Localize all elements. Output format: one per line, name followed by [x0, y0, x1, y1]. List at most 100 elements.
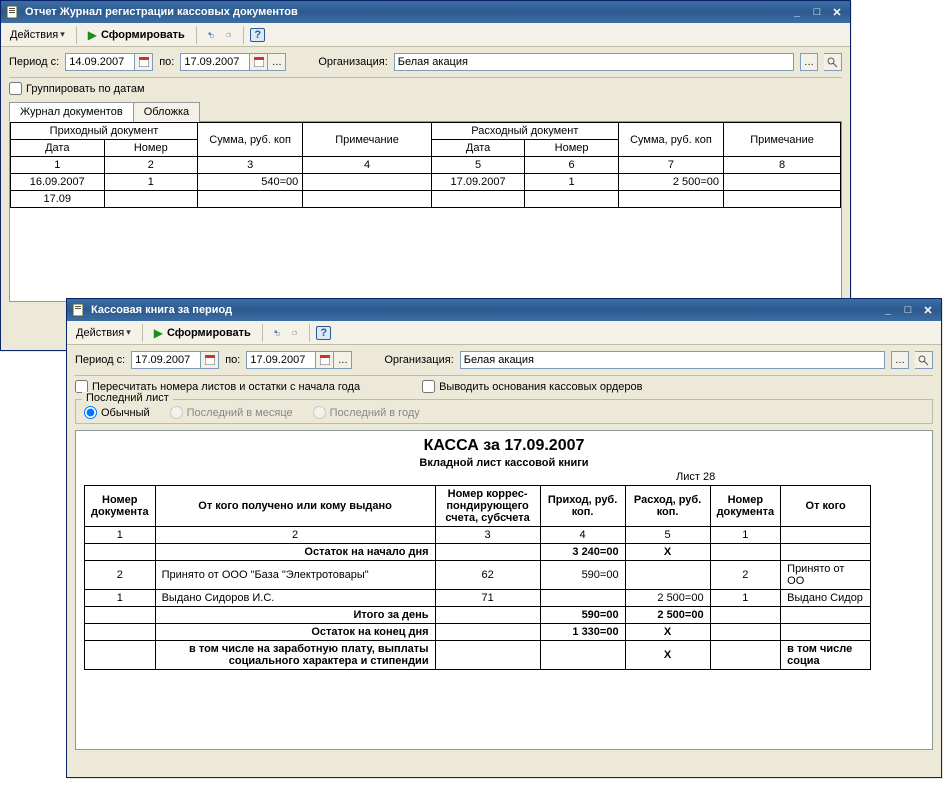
- titlebar-2[interactable]: Кассовая книга за период _ □ ✕: [67, 299, 941, 321]
- journal-table: Приходный документ Сумма, руб. коп Приме…: [10, 122, 841, 208]
- close-button-2[interactable]: ✕: [919, 302, 937, 318]
- tab-cover[interactable]: Обложка: [133, 102, 200, 122]
- radio-year-label[interactable]: Последний в году: [313, 406, 420, 419]
- report-icon: [5, 4, 21, 20]
- calendar-button[interactable]: [135, 53, 153, 71]
- table-row[interactable]: 2 Принято от ООО "База "Электротовары" 6…: [85, 561, 871, 590]
- col-sum-2: Сумма, руб. коп: [618, 123, 723, 157]
- actions-menu[interactable]: Действия▾: [5, 25, 70, 45]
- tab-journal[interactable]: Журнал документов: [9, 102, 134, 122]
- report-subtitle: Вкладной лист кассовой книги: [76, 457, 932, 469]
- last-sheet-legend: Последний лист: [82, 392, 173, 404]
- col-date-2: Дата: [431, 140, 525, 157]
- maximize-button[interactable]: □: [808, 4, 826, 20]
- help-button-2[interactable]: ?: [316, 323, 332, 343]
- period-from-label: Период с:: [9, 56, 59, 68]
- table-index-row: 1234 5678: [11, 157, 841, 174]
- table-row[interactable]: 1 Выдано Сидоров И.С. 71 2 500=00 1 Выда…: [85, 590, 871, 607]
- help-icon: ?: [250, 28, 265, 42]
- titlebar[interactable]: Отчет Журнал регистрации кассовых докуме…: [1, 1, 850, 23]
- form-button[interactable]: ▶ Сформировать: [83, 25, 190, 45]
- period-from-label-2: Период с:: [75, 354, 125, 366]
- journal-table-area: Приходный документ Сумма, руб. коп Приме…: [9, 122, 842, 302]
- chevron-down-icon: ▾: [126, 327, 131, 338]
- col-sum-1: Сумма, руб. коп: [198, 123, 303, 157]
- window-title: Отчет Журнал регистрации кассовых докуме…: [25, 6, 298, 18]
- radio-month-label[interactable]: Последний в месяце: [170, 406, 293, 419]
- export-icon-button[interactable]: [221, 25, 237, 45]
- org-select-button[interactable]: …: [800, 53, 818, 71]
- org-search-button-2[interactable]: [915, 351, 933, 369]
- col-note-1: Примечание: [303, 123, 432, 157]
- date-from-input-2[interactable]: [131, 351, 201, 369]
- radio-normal-label[interactable]: Обычный: [84, 406, 150, 419]
- group-by-date-checkbox-label[interactable]: Группировать по датам: [9, 82, 145, 95]
- period-picker-button-2[interactable]: …: [334, 351, 352, 369]
- maximize-button-2[interactable]: □: [899, 302, 917, 318]
- date-to-input[interactable]: [180, 53, 250, 71]
- chevron-down-icon: ▾: [60, 29, 65, 40]
- export-icon-button-2[interactable]: [287, 323, 303, 343]
- org-search-button[interactable]: [824, 53, 842, 71]
- date-to-input-2[interactable]: [246, 351, 316, 369]
- report-title: КАССА за 17.09.2007: [76, 437, 932, 455]
- window-title-2: Кассовая книга за период: [91, 304, 232, 316]
- col-note-2: Примечание: [724, 123, 841, 157]
- output-basis-checkbox[interactable]: [422, 380, 435, 393]
- sheet-number: Лист 28: [676, 471, 932, 483]
- cash-book-report: КАССА за 17.09.2007 Вкладной лист кассов…: [75, 430, 933, 750]
- col-date-1: Дата: [11, 140, 105, 157]
- col-from-to-2: От кого: [781, 486, 871, 527]
- settings-icon-button[interactable]: [203, 25, 219, 45]
- salary-row: в том числе на заработную плату, выплаты…: [85, 641, 871, 670]
- col-expense: Расход, руб. коп.: [625, 486, 710, 527]
- table-index-row-2: 1 2 3 4 5 1: [85, 527, 871, 544]
- organization-input-2[interactable]: [460, 351, 885, 369]
- form-button-2[interactable]: ▶ Сформировать: [149, 323, 256, 343]
- report-icon: [71, 302, 87, 318]
- minimize-button-2[interactable]: _: [879, 302, 897, 318]
- output-basis-checkbox-label[interactable]: Выводить основания кассовых ордеров: [422, 380, 642, 393]
- table-row[interactable]: 16.09.2007 1 540=00 17.09.2007 1 2 500=0…: [11, 174, 841, 191]
- date-from-input[interactable]: [65, 53, 135, 71]
- minimize-button[interactable]: _: [788, 4, 806, 20]
- group-by-date-checkbox[interactable]: [9, 82, 22, 95]
- help-button[interactable]: ?: [250, 25, 266, 45]
- period-to-label-2: по:: [225, 354, 240, 366]
- organization-input[interactable]: [394, 53, 794, 71]
- col-expense-doc: Расходный документ: [431, 123, 618, 140]
- col-doc-no: Номер документа: [85, 486, 156, 527]
- opening-balance-row: Остаток на начало дня 3 240=00 X: [85, 544, 871, 561]
- settings-icon-button-2[interactable]: [269, 323, 285, 343]
- toolbar: Действия▾ ▶ Сформировать ?: [1, 23, 850, 47]
- period-picker-button[interactable]: …: [268, 53, 286, 71]
- radio-normal[interactable]: [84, 406, 97, 419]
- organization-label: Организация:: [318, 56, 387, 68]
- col-income: Приход, руб. коп.: [540, 486, 625, 527]
- play-icon: ▶: [154, 326, 163, 340]
- calendar-button-2[interactable]: [250, 53, 268, 71]
- last-sheet-fieldset: Последний лист Обычный Последний в месяц…: [75, 399, 933, 424]
- help-icon: ?: [316, 326, 331, 340]
- calendar-button-3[interactable]: [201, 351, 219, 369]
- col-number-1: Номер: [104, 140, 198, 157]
- cash-book-table: Номер документа От кого получено или ком…: [84, 485, 871, 670]
- col-income-doc: Приходный документ: [11, 123, 198, 140]
- total-day-row: Итого за день 590=00 2 500=00: [85, 607, 871, 624]
- org-select-button-2[interactable]: …: [891, 351, 909, 369]
- calendar-button-4[interactable]: [316, 351, 334, 369]
- actions-menu-2[interactable]: Действия▾: [71, 323, 136, 343]
- col-number-2: Номер: [525, 140, 619, 157]
- period-to-label: по:: [159, 56, 174, 68]
- close-button[interactable]: ✕: [828, 4, 846, 20]
- radio-year[interactable]: [313, 406, 326, 419]
- closing-balance-row: Остаток на конец дня 1 330=00 X: [85, 624, 871, 641]
- window-cash-book: Кассовая книга за период _ □ ✕ Действия▾…: [66, 298, 942, 778]
- organization-label-2: Организация:: [384, 354, 453, 366]
- table-row[interactable]: 17.09: [11, 191, 841, 208]
- col-from-to: От кого получено или кому выдано: [155, 486, 435, 527]
- col-doc-no-2: Номер документа: [710, 486, 781, 527]
- radio-month[interactable]: [170, 406, 183, 419]
- play-icon: ▶: [88, 28, 97, 42]
- toolbar-2: Действия▾ ▶ Сформировать ?: [67, 321, 941, 345]
